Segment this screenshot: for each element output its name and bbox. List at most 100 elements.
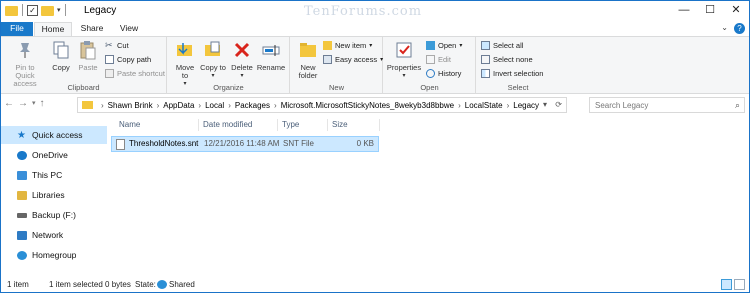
paste-shortcut-button[interactable]: Paste shortcut [105,69,165,78]
help-icon[interactable]: ? [734,23,745,34]
nav-item-label: Network [32,230,64,240]
column-header-name[interactable]: Name [119,117,140,133]
breadcrumb-item[interactable]: Packages [235,101,270,110]
selection-info: 1 item selected 0 bytes [49,280,131,289]
delete-icon [234,42,250,58]
recent-locations-icon[interactable]: ▾ [32,98,36,110]
file-type: SNT File [283,139,314,148]
breadcrumb-item[interactable]: Shawn Brink [108,101,153,110]
address-bar[interactable]: › Shawn Brink › AppData › Local › Packag… [77,97,567,113]
nav-item-libraries[interactable]: Libraries [1,186,107,204]
edit-label: Edit [438,55,451,64]
organize-group: Move to ▾ Copy to ▾ Delete ▾ Rename Orga… [168,37,290,94]
breadcrumb-item[interactable]: Legacy [513,101,539,110]
large-icons-view-icon[interactable] [734,279,745,290]
qat-separator [22,4,23,16]
drive-icon [17,212,27,218]
breadcrumb-item[interactable]: Local [205,101,224,110]
column-divider[interactable] [379,119,380,131]
breadcrumb-item[interactable]: LocalState [465,101,503,110]
search-input[interactable]: Search Legacy ⌕ [589,97,745,113]
forward-icon[interactable]: → [18,98,28,110]
copy-path-button[interactable]: Copy path [105,55,151,64]
breadcrumb-chevron-icon[interactable]: › [274,101,277,110]
copy-path-label: Copy path [117,55,152,64]
column-header-type[interactable]: Type [282,117,299,133]
copy-button[interactable]: Copy [49,40,73,72]
maximize-button[interactable]: ☐ [697,1,723,20]
table-row[interactable]: ThresholdNotes.snt 12/21/2016 11:48 AM S… [111,136,379,152]
column-divider[interactable] [327,119,328,131]
open-button[interactable]: Open ▾ [426,41,462,50]
new-folder-qat-icon[interactable] [41,6,54,16]
column-divider[interactable] [277,119,278,131]
breadcrumb-chevron-icon[interactable]: › [458,101,461,110]
cut-button[interactable]: ✂ Cut [105,41,129,51]
nav-item-network[interactable]: Network [1,226,107,244]
pin-quick-access-button[interactable]: Pin to Quick access [3,40,47,88]
history-button[interactable]: History [426,69,461,78]
open-label: Open [438,41,457,50]
move-to-icon [177,43,192,56]
up-icon[interactable]: ↑ [40,98,45,110]
ribbon-expand-icon[interactable]: ⌄ [721,23,728,34]
paste-shortcut-label: Paste shortcut [117,69,165,78]
new-group-label: New [328,83,344,92]
copy-label: Copy [52,63,70,72]
nav-item-backup-drive[interactable]: Backup (F:) [1,206,107,224]
file-name: ThresholdNotes.snt [129,139,199,148]
title-bar: ✓ ▾ Legacy TenForums.com — ☐ ✕ [1,1,749,22]
move-to-button[interactable]: Move to ▾ [172,40,198,88]
monitor-icon [17,170,27,180]
nav-item-label: Homegroup [32,250,77,260]
address-dropdown-icon[interactable]: ▾ [543,100,547,109]
breadcrumb-chevron-icon[interactable]: › [157,101,160,110]
rename-button[interactable]: Rename [256,40,286,72]
tab-view[interactable]: View [111,22,147,36]
tab-share[interactable]: Share [73,22,111,36]
new-item-button[interactable]: New item ▾ [323,41,372,50]
window-controls: — ☐ ✕ [671,1,749,20]
properties-button[interactable]: Properties ▾ [386,40,422,80]
back-icon[interactable]: ← [4,98,14,110]
qat-customize-icon[interactable]: ▾ [57,6,61,14]
properties-qat-icon[interactable]: ✓ [27,4,38,16]
breadcrumb-item[interactable]: Microsoft.MicrosoftStickyNotes_8wekyb3d8… [281,101,454,110]
paste-button[interactable]: Paste [75,40,101,72]
breadcrumb-chevron-icon[interactable]: › [101,101,104,110]
nav-item-onedrive[interactable]: OneDrive [1,146,107,164]
invert-selection-button[interactable]: Invert selection [481,69,543,78]
new-folder-button[interactable]: New folder [295,40,321,80]
ribbon-options: ⌄ ? [721,23,745,34]
refresh-icon[interactable]: ⟳ [555,100,562,109]
tab-file[interactable]: File [1,22,33,36]
select-none-button[interactable]: Select none [481,55,533,64]
breadcrumb-chevron-icon[interactable]: › [228,101,231,110]
edit-button[interactable]: Edit [426,55,451,64]
easy-access-button[interactable]: Easy access ▾ [323,55,383,64]
address-row: ← → ▾ ↑ › Shawn Brink › AppData › Local … [1,95,749,116]
nav-item-label: OneDrive [32,150,68,160]
close-button[interactable]: ✕ [723,1,749,20]
details-view-icon[interactable] [721,279,732,290]
column-header-date[interactable]: Date modified [203,117,252,133]
clipboard-group: Pin to Quick access Copy Paste ✂ Cut Cop… [1,37,167,94]
breadcrumb-chevron-icon[interactable]: › [507,101,510,110]
paste-shortcut-icon [105,69,114,78]
file-date: 12/21/2016 11:48 AM [204,139,280,148]
copy-to-button[interactable]: Copy to ▾ [200,40,226,80]
nav-item-quick-access[interactable]: ★ Quick access [1,126,107,144]
column-header-size[interactable]: Size [332,117,348,133]
tab-home[interactable]: Home [34,22,72,36]
breadcrumb-chevron-icon[interactable]: › [198,101,201,110]
column-divider[interactable] [198,119,199,131]
delete-button[interactable]: Delete ▾ [230,40,254,80]
select-all-button[interactable]: Select all [481,41,523,50]
minimize-button[interactable]: — [671,1,697,20]
nav-item-homegroup[interactable]: Homegroup [1,246,107,264]
select-group: Select all Select none Invert selection … [477,37,559,94]
breadcrumb-item[interactable]: AppData [163,101,194,110]
search-icon[interactable]: ⌕ [735,100,740,111]
nav-item-this-pc[interactable]: This PC [1,166,107,184]
copy-to-label: Copy to [200,63,226,72]
